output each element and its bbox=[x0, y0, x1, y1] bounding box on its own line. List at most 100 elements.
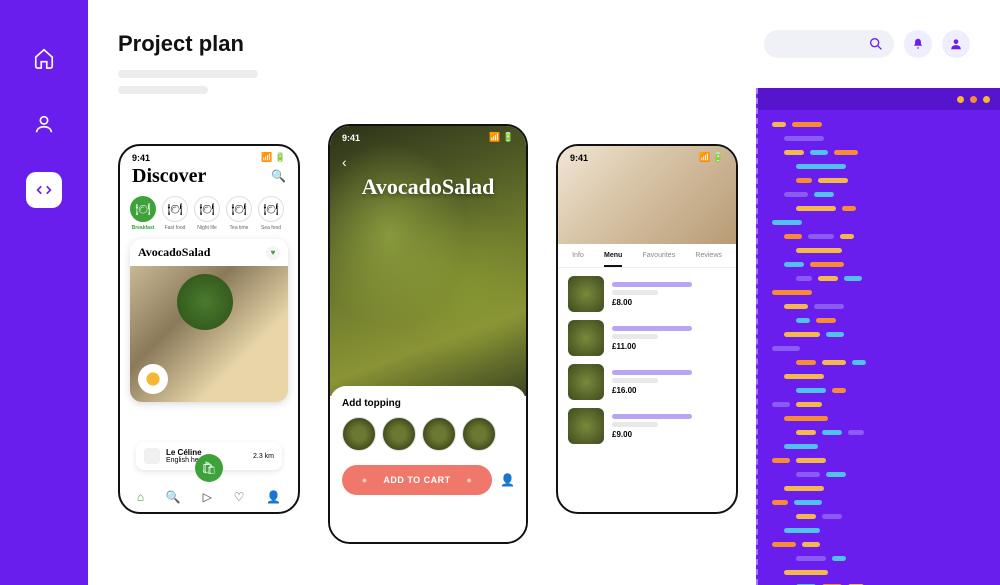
nav-heart-icon[interactable]: ♡ bbox=[234, 490, 245, 504]
code-line bbox=[772, 290, 986, 295]
search-icon[interactable]: 🔍 bbox=[271, 169, 286, 184]
code-line bbox=[772, 388, 986, 393]
code-line bbox=[772, 136, 986, 141]
window-dot bbox=[957, 96, 964, 103]
add-to-cart-button[interactable]: ADD TO CART bbox=[342, 465, 492, 495]
menu-thumb bbox=[568, 320, 604, 356]
card-title: AvocadoSalad bbox=[138, 245, 210, 260]
product-title: AvocadoSalad bbox=[330, 174, 526, 200]
back-button[interactable]: ‹ bbox=[342, 154, 347, 170]
search-icon bbox=[868, 36, 884, 52]
topping-option[interactable] bbox=[462, 417, 496, 451]
search-input[interactable] bbox=[764, 30, 894, 58]
profile-icon[interactable]: 👤 bbox=[500, 473, 514, 487]
sidebar-item-profile[interactable] bbox=[26, 106, 62, 142]
code-line bbox=[772, 234, 986, 239]
code-line bbox=[772, 528, 986, 533]
menu-thumb bbox=[568, 408, 604, 444]
code-line bbox=[772, 556, 986, 561]
venue-icon bbox=[144, 448, 160, 464]
code-line bbox=[772, 262, 986, 267]
sidebar-item-home[interactable] bbox=[26, 40, 62, 76]
topbar: Project plan bbox=[88, 0, 1000, 58]
phone-discover: 9:41 📶 🔋 Discover 🔍 🍽Breakfast🍽Fast food… bbox=[118, 144, 300, 514]
menu-price: £9.00 bbox=[612, 430, 726, 439]
topping-option[interactable] bbox=[422, 417, 456, 451]
top-right-controls bbox=[764, 30, 970, 58]
fab-button[interactable]: 🛍 bbox=[195, 454, 223, 482]
status-bar: 9:41 📶 🔋 bbox=[330, 126, 526, 145]
phone-product: 9:41 📶 🔋 ‹ AvocadoSalad Add topping ADD … bbox=[328, 124, 528, 544]
tab-menu[interactable]: Menu bbox=[604, 252, 622, 267]
menu-item[interactable]: £16.00 bbox=[568, 364, 726, 400]
category-item[interactable]: 🍽Tea time bbox=[226, 196, 252, 231]
featured-card[interactable]: AvocadoSalad ♥ bbox=[130, 239, 288, 402]
category-item[interactable]: 🍽Night life bbox=[194, 196, 220, 231]
code-line bbox=[772, 178, 986, 183]
code-line bbox=[772, 542, 986, 547]
category-row: 🍽Breakfast🍽Fast food🍽Night life🍽Tea time… bbox=[120, 188, 298, 239]
menu-price: £16.00 bbox=[612, 386, 726, 395]
tab-info[interactable]: Info bbox=[572, 252, 584, 267]
code-line bbox=[772, 402, 986, 407]
topping-option[interactable] bbox=[382, 417, 416, 451]
code-line bbox=[772, 304, 986, 309]
code-line bbox=[772, 514, 986, 519]
code-line bbox=[772, 486, 986, 491]
code-line bbox=[772, 500, 986, 505]
code-line bbox=[772, 318, 986, 323]
code-icon bbox=[33, 179, 55, 201]
account-button[interactable] bbox=[942, 30, 970, 58]
status-icons: 📶 🔋 bbox=[261, 152, 286, 163]
sidebar-item-code[interactable] bbox=[26, 172, 62, 208]
menu-item[interactable]: £11.00 bbox=[568, 320, 726, 356]
category-item[interactable]: 🍽Breakfast bbox=[130, 196, 156, 231]
window-dot bbox=[983, 96, 990, 103]
home-icon bbox=[33, 47, 55, 69]
code-line bbox=[772, 472, 986, 477]
nav-home-icon[interactable]: ⌂ bbox=[137, 490, 144, 504]
topping-option[interactable] bbox=[342, 417, 376, 451]
nav-play-icon[interactable]: ▷ bbox=[203, 490, 212, 504]
code-panel-header bbox=[758, 88, 1000, 110]
code-line bbox=[772, 276, 986, 281]
page-title: Project plan bbox=[118, 31, 244, 57]
code-line bbox=[772, 570, 986, 575]
category-item[interactable]: 🍽Sea food bbox=[258, 196, 284, 231]
menu-thumb bbox=[568, 364, 604, 400]
code-line bbox=[772, 416, 986, 421]
card-header: AvocadoSalad ♥ bbox=[130, 239, 288, 266]
menu-tabs: Info Menu Favourites Reviews bbox=[558, 244, 736, 268]
code-panel bbox=[756, 88, 1000, 585]
menu-item[interactable]: £9.00 bbox=[568, 408, 726, 444]
code-line bbox=[772, 458, 986, 463]
code-lines bbox=[758, 110, 1000, 585]
code-line bbox=[772, 444, 986, 449]
menu-item[interactable]: £8.00 bbox=[568, 276, 726, 312]
status-time: 9:41 bbox=[132, 153, 150, 163]
category-item[interactable]: 🍽Fast food bbox=[162, 196, 188, 231]
code-line bbox=[772, 332, 986, 337]
code-line bbox=[772, 122, 986, 127]
status-icons: 📶 🔋 bbox=[489, 132, 514, 143]
status-bar: 9:41 📶 🔋 bbox=[120, 146, 298, 165]
tab-favourites[interactable]: Favourites bbox=[643, 252, 676, 267]
nav-search-icon[interactable]: 🔍 bbox=[166, 490, 181, 504]
bottom-nav: ⌂ 🔍 ▷ ♡ 👤 bbox=[120, 482, 298, 512]
code-line bbox=[772, 430, 986, 435]
venue-distance: 2.3 km bbox=[253, 453, 274, 460]
code-line bbox=[772, 248, 986, 253]
phone-menu: 9:41 📶 🔋 Info Menu Favourites Reviews £8.00… bbox=[556, 144, 738, 514]
tab-reviews[interactable]: Reviews bbox=[695, 252, 721, 267]
product-body: Add topping ADD TO CART 👤 bbox=[330, 386, 526, 542]
favorite-button[interactable]: ♥ bbox=[266, 246, 280, 260]
user-icon bbox=[949, 37, 963, 51]
notifications-button[interactable] bbox=[904, 30, 932, 58]
bell-icon bbox=[911, 37, 925, 51]
status-time: 9:41 bbox=[570, 153, 588, 163]
discover-header: Discover 🔍 bbox=[120, 165, 298, 188]
nav-user-icon[interactable]: 👤 bbox=[266, 490, 281, 504]
topping-row bbox=[342, 417, 514, 451]
status-icons: 📶 🔋 bbox=[699, 152, 724, 163]
code-line bbox=[772, 346, 986, 351]
